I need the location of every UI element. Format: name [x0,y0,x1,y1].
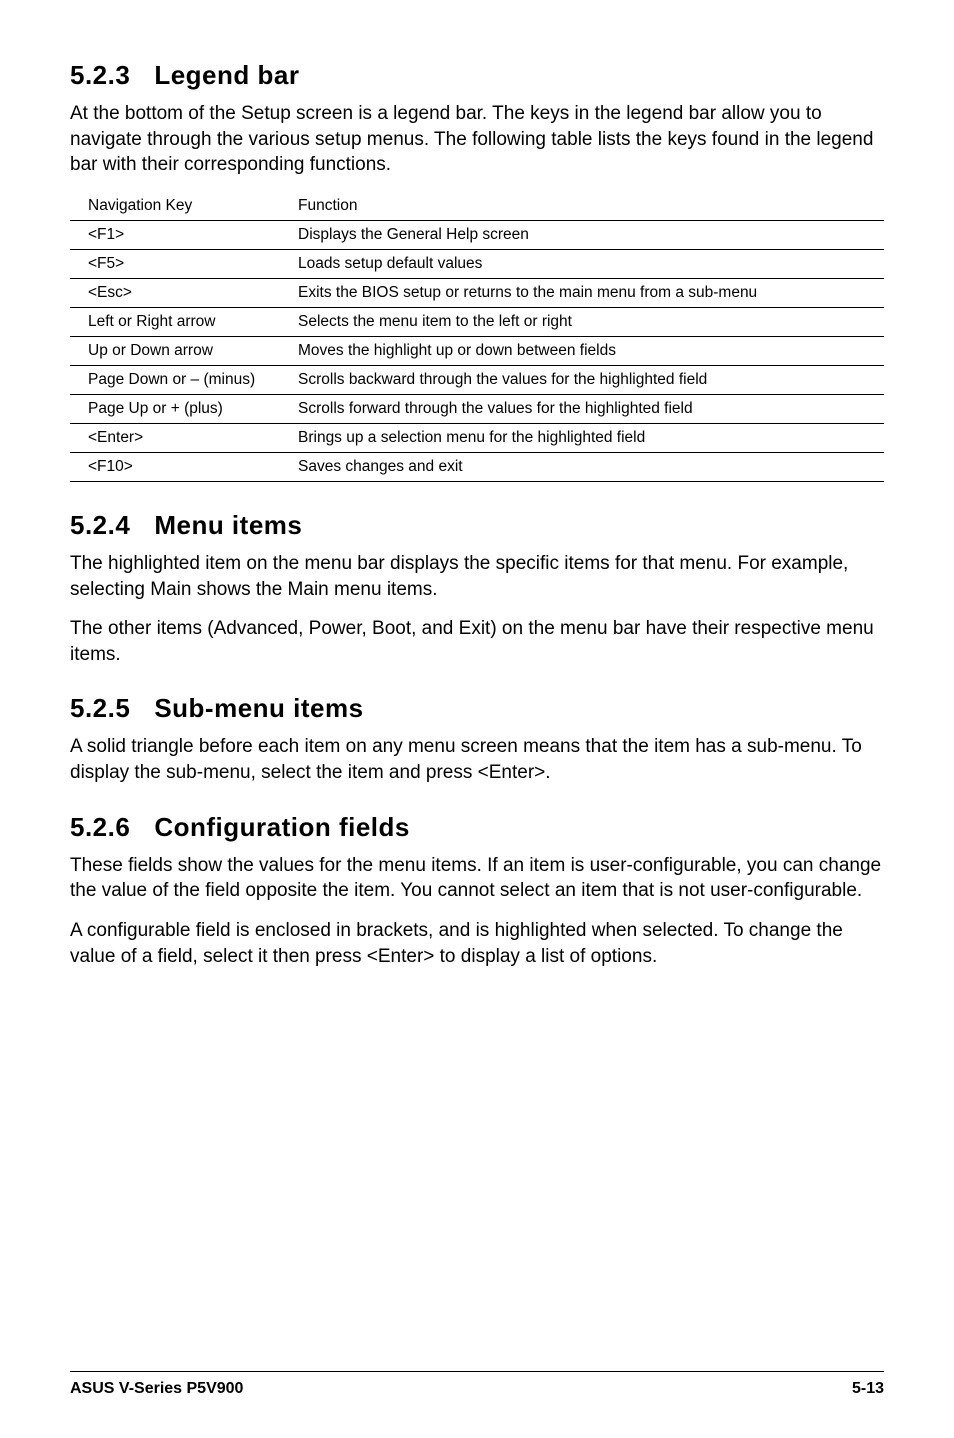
heading-title: Sub-menu items [154,693,363,723]
cell-key: <F1> [70,220,280,249]
paragraph: The highlighted item on the menu bar dis… [70,551,884,602]
heading-524: 5.2.4 Menu items [70,510,884,541]
table-row: <Esc> Exits the BIOS setup or returns to… [70,278,884,307]
cell-key: <Esc> [70,278,280,307]
heading-525: 5.2.5 Sub-menu items [70,693,884,724]
table-row: Up or Down arrow Moves the highlight up … [70,336,884,365]
heading-num: 5.2.5 [70,693,130,723]
legend-table: Navigation Key Function <F1> Displays th… [70,192,884,482]
page-footer: ASUS V-Series P5V900 5-13 [70,1371,884,1398]
section-524: 5.2.4 Menu items The highlighted item on … [70,510,884,668]
table-row: Page Up or + (plus) Scrolls forward thro… [70,394,884,423]
heading-523: 5.2.3 Legend bar [70,60,884,91]
cell-func: Moves the highlight up or down between f… [280,336,884,365]
section-523: 5.2.3 Legend bar At the bottom of the Set… [70,60,884,482]
heading-526: 5.2.6 Configuration fields [70,812,884,843]
table-header-row: Navigation Key Function [70,192,884,221]
footer-right: 5-13 [852,1380,884,1398]
table-row: Page Down or – (minus) Scrolls backward … [70,365,884,394]
table-row: <F5> Loads setup default values [70,249,884,278]
cell-key: <F5> [70,249,280,278]
paragraph: The other items (Advanced, Power, Boot, … [70,616,884,667]
cell-key: Up or Down arrow [70,336,280,365]
cell-func: Scrolls backward through the values for … [280,365,884,394]
th-func: Function [280,192,884,221]
paragraph: At the bottom of the Setup screen is a l… [70,101,884,178]
table-row: Left or Right arrow Selects the menu ite… [70,307,884,336]
heading-num: 5.2.6 [70,812,130,842]
cell-func: Saves changes and exit [280,452,884,481]
cell-key: <F10> [70,452,280,481]
section-525: 5.2.5 Sub-menu items A solid triangle bef… [70,693,884,785]
cell-func: Displays the General Help screen [280,220,884,249]
cell-key: Left or Right arrow [70,307,280,336]
table-row: <F1> Displays the General Help screen [70,220,884,249]
cell-key: <Enter> [70,423,280,452]
footer-left: ASUS V-Series P5V900 [70,1380,243,1398]
heading-num: 5.2.3 [70,60,130,90]
paragraph: A solid triangle before each item on any… [70,734,884,785]
heading-title: Menu items [154,510,302,540]
th-key: Navigation Key [70,192,280,221]
cell-key: Page Up or + (plus) [70,394,280,423]
section-526: 5.2.6 Configuration fields These fields s… [70,812,884,970]
table-row: <F10> Saves changes and exit [70,452,884,481]
cell-func: Brings up a selection menu for the highl… [280,423,884,452]
heading-num: 5.2.4 [70,510,130,540]
table-row: <Enter> Brings up a selection menu for t… [70,423,884,452]
heading-title: Legend bar [154,60,299,90]
paragraph: A configurable field is enclosed in brac… [70,918,884,969]
cell-key: Page Down or – (minus) [70,365,280,394]
paragraph: These fields show the values for the men… [70,853,884,904]
cell-func: Scrolls forward through the values for t… [280,394,884,423]
heading-title: Configuration fields [154,812,410,842]
cell-func: Loads setup default values [280,249,884,278]
cell-func: Exits the BIOS setup or returns to the m… [280,278,884,307]
cell-func: Selects the menu item to the left or rig… [280,307,884,336]
